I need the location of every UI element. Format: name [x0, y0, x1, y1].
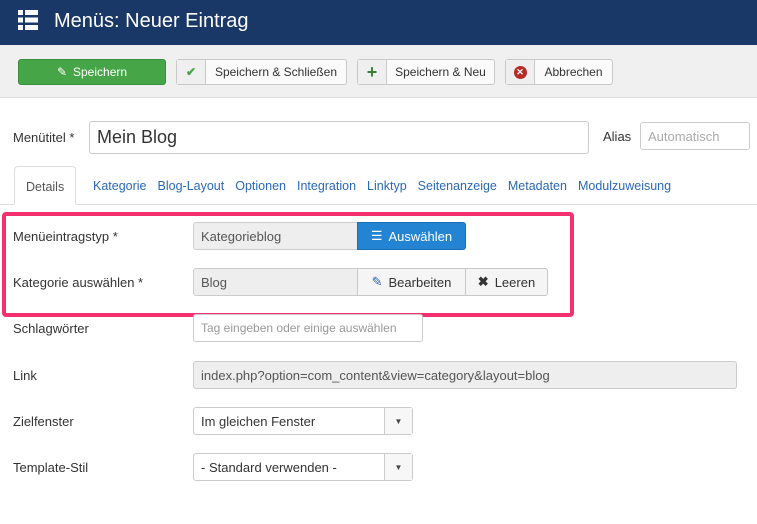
plus-icon: +	[358, 60, 387, 84]
tab-details[interactable]: Details	[14, 166, 77, 205]
page-title: Menüs: Neuer Eintrag	[54, 10, 249, 32]
template-select[interactable]: - Standard verwenden - ▼	[193, 453, 413, 481]
chevron-down-icon: ▼	[384, 454, 412, 480]
title-label: Menütitel *	[13, 130, 75, 145]
link-input: index.php?option=com_content&view=catego…	[193, 361, 737, 389]
tab-blog-layout[interactable]: Blog-Layout	[158, 166, 225, 205]
link-label: Link	[13, 368, 37, 383]
tab-seitenanzeige[interactable]: Seitenanzeige	[418, 166, 497, 205]
tab-optionen[interactable]: Optionen	[235, 166, 286, 205]
cancel-button[interactable]: ✕ Abbrechen	[505, 59, 613, 85]
type-label: Menüeintragstyp *	[13, 229, 118, 244]
app-header: Menüs: Neuer Eintrag	[0, 0, 757, 45]
cancel-icon: ✕	[506, 60, 535, 84]
template-label: Template-Stil	[13, 460, 89, 475]
tab-integration[interactable]: Integration	[297, 166, 356, 205]
edit-category-button[interactable]: ✎ Bearbeiten	[357, 268, 466, 296]
alias-label: Alias	[603, 129, 632, 144]
tags-label: Schlagwörter	[13, 321, 89, 336]
category-input: Blog	[193, 268, 358, 296]
category-label: Kategorie auswählen *	[13, 275, 144, 290]
list-icon	[18, 10, 38, 30]
title-input[interactable]: Mein Blog	[89, 121, 589, 154]
target-select[interactable]: Im gleichen Fenster ▼	[193, 407, 413, 435]
save-close-button[interactable]: ✔ Speichern & Schließen	[176, 59, 347, 85]
tab-linktyp[interactable]: Linktyp	[367, 166, 407, 205]
chevron-down-icon: ▼	[384, 408, 412, 434]
edit-icon: ✎	[56, 65, 67, 79]
tab-metadaten[interactable]: Metadaten	[508, 166, 567, 205]
clear-category-button[interactable]: ✖ Leeren	[465, 268, 548, 296]
tab-modulzuweisung[interactable]: Modulzuweisung	[578, 166, 671, 205]
tab-list: Kategorie Blog-Layout Optionen Integrati…	[93, 166, 671, 205]
toolbar: ✎ Speichern ✔ Speichern & Schließen + Speic…	[0, 45, 757, 98]
tags-input[interactable]: Tag eingeben oder einige auswählen	[193, 314, 423, 342]
target-label: Zielfenster	[13, 414, 74, 429]
close-icon: ✖	[477, 274, 489, 289]
tab-bar: Details Kategorie Blog-Layout Optionen I…	[0, 166, 757, 205]
type-input: Kategorieblog	[193, 222, 358, 250]
alias-input[interactable]: Automatisch	[640, 122, 750, 150]
tab-kategorie[interactable]: Kategorie	[93, 166, 147, 205]
list-icon: ☰	[370, 228, 383, 243]
save-new-button[interactable]: + Speichern & Neu	[357, 59, 495, 85]
select-type-button[interactable]: ☰ Auswählen	[357, 222, 466, 250]
edit-icon: ✎	[371, 274, 383, 289]
save-button[interactable]: ✎ Speichern	[18, 59, 166, 85]
check-icon: ✔	[177, 60, 206, 84]
